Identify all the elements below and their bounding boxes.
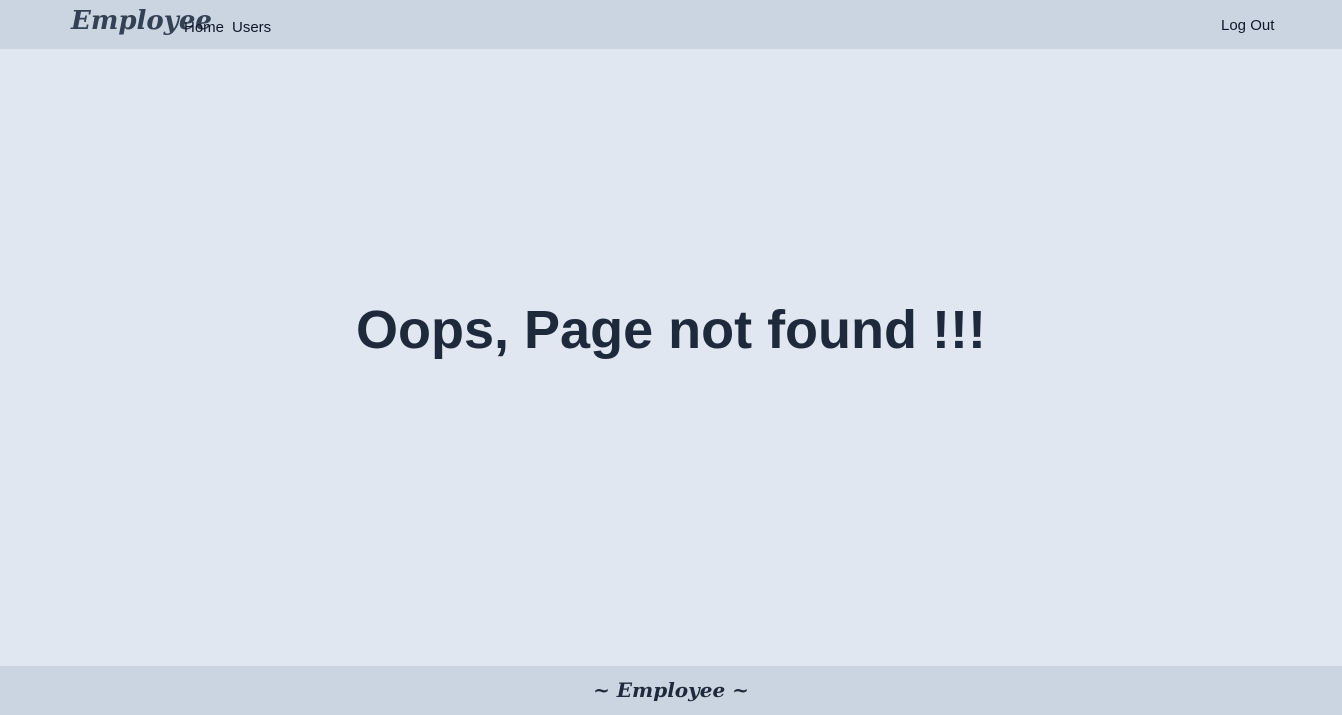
nav-link-home[interactable]: Home: [184, 19, 224, 36]
main-content: Oops, Page not found !!!: [0, 49, 1342, 666]
not-found-heading: Oops, Page not found !!!: [356, 300, 986, 360]
top-navbar: Employee Home Users Log Out: [0, 0, 1342, 49]
footer-brand-text: ~ Employee ~: [593, 678, 749, 702]
nav-link-users[interactable]: Users: [232, 19, 271, 36]
logout-link[interactable]: Log Out: [1221, 17, 1274, 34]
page-footer: ~ Employee ~: [0, 666, 1342, 715]
